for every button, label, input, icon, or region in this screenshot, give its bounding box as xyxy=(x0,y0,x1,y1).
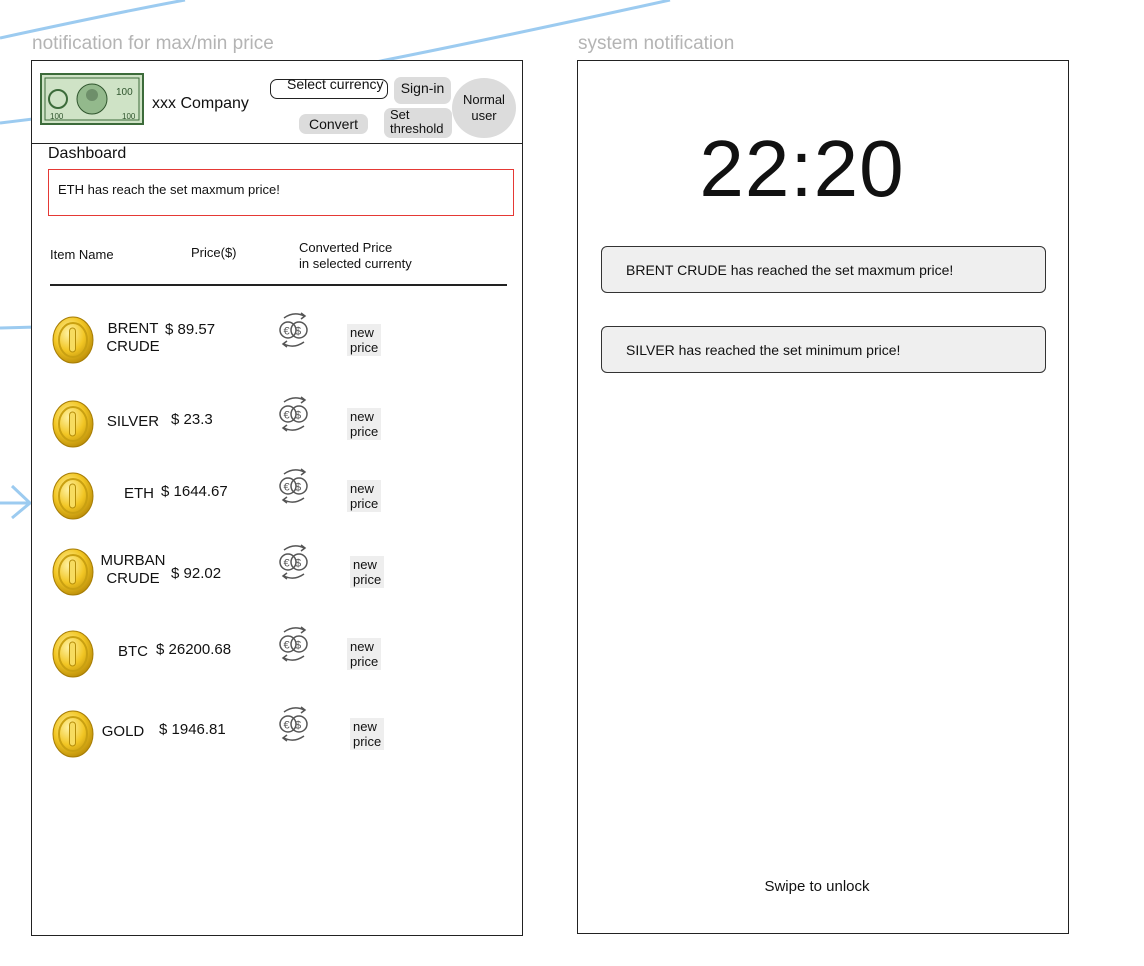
col-header-price: Price($) xyxy=(191,245,237,260)
item-name-line1: MURBAN xyxy=(100,552,166,569)
col-header-converted-price: Converted Price in selected currenty xyxy=(299,240,412,272)
converted-price: new price xyxy=(347,408,382,440)
connector-arrow xyxy=(10,484,33,520)
item-price: $ 1946.81 xyxy=(159,721,226,738)
svg-text:$: $ xyxy=(295,326,301,338)
app-header: 100 100 100 xxx Company Select currency … xyxy=(32,61,522,144)
frame-label-right: system notification xyxy=(578,33,735,54)
item-price: $ 89.57 xyxy=(165,321,216,338)
company-name: xxx Company xyxy=(152,95,249,112)
converted-price: new price xyxy=(347,638,382,670)
item-name-line2: CRUDE xyxy=(106,570,160,587)
item-price: $ 23.3 xyxy=(171,411,213,428)
svg-text:100: 100 xyxy=(50,112,64,121)
svg-text:€: € xyxy=(284,558,290,570)
currency-exchange-icon[interactable]: € $ xyxy=(274,703,314,743)
converted-price: new price xyxy=(350,718,385,750)
col-header-converted-line1: Converted Price xyxy=(299,240,393,255)
table-header-divider xyxy=(50,284,507,286)
item-price: $ 26200.68 xyxy=(156,641,232,658)
select-currency-dropdown[interactable]: Select currency xyxy=(270,76,388,99)
item-name: GOLD xyxy=(78,723,168,741)
svg-text:$: $ xyxy=(295,720,301,732)
svg-text:€: € xyxy=(284,326,290,338)
svg-text:€: € xyxy=(284,482,290,494)
lock-screen-clock: 22:20 xyxy=(699,124,905,213)
item-name-line1: GOLD xyxy=(101,723,145,740)
svg-text:100: 100 xyxy=(116,87,133,98)
dollar-bill-logo: 100 100 100 xyxy=(40,73,144,125)
sign-in-button[interactable]: Sign-in xyxy=(394,77,451,104)
system-notification-card[interactable]: BRENT CRUDE has reached the set maxmum p… xyxy=(601,246,1046,293)
converted-price: new price xyxy=(350,556,385,588)
price-alert-banner: ETH has reach the set maxmum price! xyxy=(48,169,514,216)
price-alert-text: ETH has reach the set maxmum price! xyxy=(58,182,280,197)
select-currency-label: Select currency xyxy=(287,76,384,92)
convert-button[interactable]: Convert xyxy=(299,114,368,134)
svg-text:100: 100 xyxy=(122,112,136,121)
system-notification-card[interactable]: SILVER has reached the set minimum price… xyxy=(601,326,1046,373)
svg-text:$: $ xyxy=(295,482,301,494)
item-name-line2: CRUDE xyxy=(106,338,160,355)
item-price: $ 92.02 xyxy=(171,565,222,582)
converted-price: new price xyxy=(347,324,382,356)
svg-text:$: $ xyxy=(295,410,301,422)
currency-exchange-icon[interactable]: € $ xyxy=(274,309,314,349)
currency-exchange-icon[interactable]: € $ xyxy=(274,541,314,581)
item-name: SILVER xyxy=(88,413,178,431)
svg-text:€: € xyxy=(284,640,290,652)
svg-text:$: $ xyxy=(295,640,301,652)
converted-price: new price xyxy=(347,480,382,512)
svg-text:$: $ xyxy=(295,558,301,570)
frame-label-left: notification for max/min price xyxy=(32,33,274,54)
currency-exchange-icon[interactable]: € $ xyxy=(274,393,314,433)
user-avatar[interactable]: Normal user xyxy=(452,78,516,138)
swipe-to-unlock[interactable]: Swipe to unlock xyxy=(578,878,1056,895)
svg-text:€: € xyxy=(284,410,290,422)
col-header-item-name: Item Name xyxy=(50,247,114,262)
col-header-converted-line2: in selected currenty xyxy=(299,256,412,271)
dashboard-title: Dashboard xyxy=(48,145,127,162)
notification-frame: 100 100 100 xxx Company Select currency … xyxy=(31,60,523,936)
svg-text:€: € xyxy=(284,720,290,732)
item-name: MURBAN CRUDE xyxy=(88,552,178,588)
system-notification-frame: 22:20 BRENT CRUDE has reached the set ma… xyxy=(577,60,1069,934)
item-name-line1: SILVER xyxy=(106,413,160,430)
currency-exchange-icon[interactable]: € $ xyxy=(274,465,314,505)
currency-exchange-icon[interactable]: € $ xyxy=(274,623,314,663)
user-role-label: Normal user xyxy=(463,92,505,123)
gold-coin-icon xyxy=(51,472,95,520)
item-price: $ 1644.67 xyxy=(161,483,228,500)
set-threshold-button[interactable]: Set threshold xyxy=(384,108,452,138)
